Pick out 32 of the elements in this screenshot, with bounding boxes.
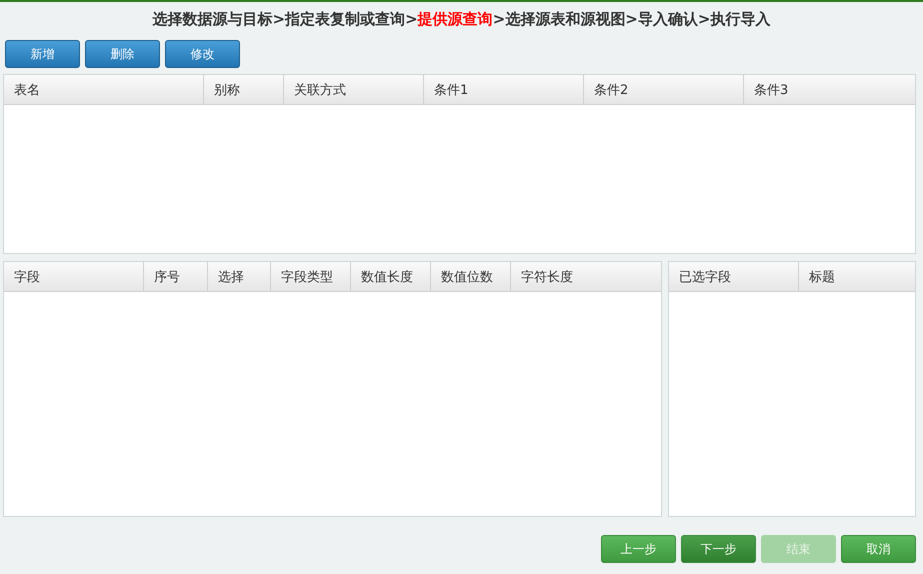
breadcrumb-step: 执行导入 <box>710 10 770 28</box>
toolbar-button[interactable]: 删除 <box>85 40 160 68</box>
breadcrumb-separator: > <box>698 10 710 28</box>
column-header: 已选字段 <box>669 262 799 291</box>
column-header: 条件3 <box>753 82 790 100</box>
column-header: 字段 <box>4 262 144 291</box>
breadcrumb-separator: > <box>272 10 286 28</box>
footer-button[interactable]: 上一步 <box>601 535 676 563</box>
breadcrumb-separator: > <box>405 10 418 28</box>
breadcrumb-separator: > <box>492 10 506 28</box>
footer-button[interactable]: 下一步 <box>681 535 756 563</box>
column-header: 选择 <box>208 262 271 291</box>
column-header: 标题 <box>808 268 836 286</box>
column-header: 字符长度 <box>520 268 574 286</box>
breadcrumb-step: 指定表复制或查询 <box>285 10 406 28</box>
column-header: 条件2 <box>584 75 744 104</box>
breadcrumb-separator: > <box>625 10 638 28</box>
footer-button[interactable]: 取消 <box>841 535 916 563</box>
toolbar-button[interactable]: 新增 <box>5 40 80 68</box>
column-header: 别称 <box>204 75 284 104</box>
column-header: 数值位数 <box>431 262 511 291</box>
column-header: 数值长度 <box>351 262 431 291</box>
column-header: 表名 <box>4 75 204 104</box>
column-header: 关联方式 <box>284 75 424 104</box>
breadcrumb-step: 选择源表和源视图 <box>505 10 626 28</box>
breadcrumb-step: 选择数据源与目标 <box>152 10 273 28</box>
breadcrumb-step: 提供源查询 <box>418 10 493 28</box>
breadcrumb-step: 导入确认 <box>638 10 698 28</box>
column-header: 条件1 <box>424 75 584 104</box>
column-header: 序号 <box>144 262 208 291</box>
toolbar-button[interactable]: 修改 <box>165 40 240 68</box>
column-header: 字段类型 <box>271 262 351 291</box>
